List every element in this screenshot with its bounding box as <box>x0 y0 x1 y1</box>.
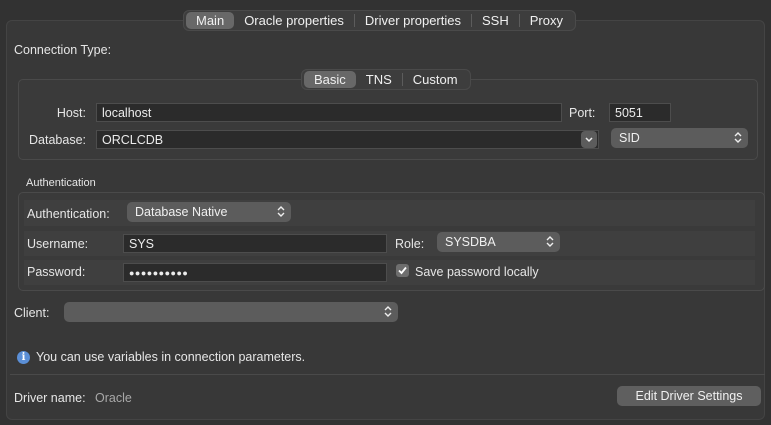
driver-name-label: Driver name: <box>14 391 86 405</box>
username-input[interactable]: SYS <box>123 234 387 253</box>
host-input[interactable]: localhost <box>96 103 562 122</box>
driver-name-value: Oracle <box>95 391 132 405</box>
tab-main[interactable]: Main <box>186 12 235 29</box>
role-label: Role: <box>395 237 425 251</box>
tab-tns[interactable]: TNS <box>356 71 402 88</box>
connection-type-tab-bar: Basic TNS Custom <box>301 69 471 90</box>
port-label: Port: <box>569 106 596 120</box>
main-tab-bar: Main Oracle properties Driver properties… <box>183 10 576 31</box>
checkmark-icon <box>398 266 407 275</box>
tab-ssh[interactable]: SSH <box>472 12 519 29</box>
updown-chevron-icon <box>384 306 392 317</box>
database-combo-input[interactable]: ORCLCDB <box>96 130 599 149</box>
updown-chevron-icon <box>734 132 742 143</box>
divider <box>10 374 765 375</box>
save-password-checkbox[interactable] <box>396 264 409 277</box>
updown-chevron-icon <box>546 236 554 247</box>
edit-driver-settings-button[interactable]: Edit Driver Settings <box>617 386 761 406</box>
tab-custom[interactable]: Custom <box>403 71 468 88</box>
authentication-section-title: Authentication <box>26 177 96 189</box>
password-input[interactable]: ●●●●●●●●●● <box>123 263 387 282</box>
database-combo-dropdown[interactable] <box>581 131 597 148</box>
updown-chevron-icon <box>277 206 285 217</box>
role-select[interactable]: SYSDBA <box>437 232 560 252</box>
tab-oracle-properties[interactable]: Oracle properties <box>234 12 354 29</box>
port-input[interactable]: 5051 <box>609 103 671 122</box>
tab-proxy[interactable]: Proxy <box>520 12 573 29</box>
tab-driver-properties[interactable]: Driver properties <box>355 12 471 29</box>
host-label: Host: <box>56 106 86 120</box>
authentication-label: Authentication: <box>27 207 110 221</box>
authentication-select[interactable]: Database Native <box>127 202 291 222</box>
database-type-value: SID <box>619 131 640 145</box>
tab-basic[interactable]: Basic <box>304 71 356 88</box>
client-label: Client: <box>14 306 50 320</box>
chevron-down-icon <box>585 137 593 143</box>
database-label: Database: <box>29 133 86 147</box>
info-icon: i <box>17 351 30 364</box>
password-label: Password: <box>27 265 86 279</box>
authentication-value: Database Native <box>135 205 228 219</box>
save-password-label: Save password locally <box>415 265 539 279</box>
info-text: You can use variables in connection para… <box>36 350 306 364</box>
database-type-select[interactable]: SID <box>611 128 748 148</box>
connection-type-label: Connection Type: <box>14 43 112 57</box>
client-select[interactable] <box>64 302 398 322</box>
username-label: Username: <box>27 237 89 251</box>
role-value: SYSDBA <box>445 235 496 249</box>
